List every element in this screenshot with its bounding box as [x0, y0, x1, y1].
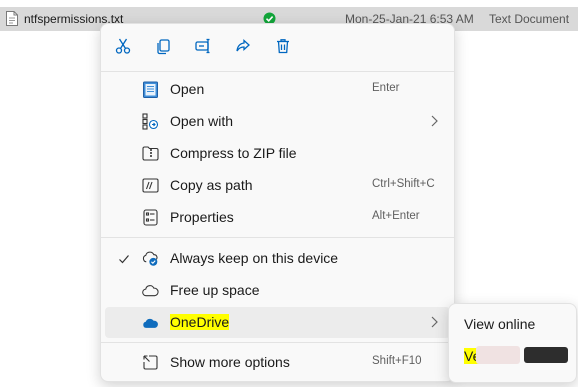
cut-icon[interactable] — [112, 35, 134, 57]
menu-item-label: Copy as path — [170, 177, 253, 193]
share-icon[interactable] — [232, 35, 254, 57]
file-type: Text Document — [489, 12, 570, 26]
menu-item-shortcut: Ctrl+Shift+C — [372, 178, 435, 190]
menu-divider — [101, 342, 454, 343]
menu-item-label: Free up space — [170, 282, 260, 298]
menu-item-label: Compress to ZIP file — [170, 145, 297, 161]
context-menu: Open Enter Open with Compress to ZIP fil… — [100, 23, 455, 382]
menu-item-label: Show more options — [170, 354, 290, 370]
checkmark-icon — [118, 252, 130, 264]
menu-divider — [101, 237, 454, 238]
menu-item-shortcut: Alt+Enter — [372, 210, 420, 222]
menu-item-always-keep[interactable]: Always keep on this device — [105, 243, 450, 274]
menu-item-onedrive[interactable]: OneDrive — [105, 307, 450, 338]
cloud-outline-icon — [142, 282, 159, 299]
menu-item-label: OneDrive — [170, 314, 230, 330]
menu-item-compress-zip[interactable]: Compress to ZIP file — [105, 138, 450, 169]
properties-icon — [142, 209, 159, 226]
onedrive-submenu: View online Ve — [448, 303, 577, 383]
delete-icon[interactable] — [272, 35, 294, 57]
submenu-item-view-online[interactable]: View online — [453, 310, 572, 340]
menu-item-open-with[interactable]: Open with — [105, 106, 450, 137]
menu-item-show-more-options[interactable]: Show more options Shift+F10 — [105, 347, 450, 378]
menu-item-free-up-space[interactable]: Free up space — [105, 275, 450, 306]
text-file-icon — [6, 11, 18, 26]
redaction-mark — [524, 347, 568, 363]
menu-item-open[interactable]: Open Enter — [105, 74, 450, 105]
redaction-mark — [476, 346, 520, 364]
open-with-icon — [142, 113, 159, 130]
menu-item-shortcut: Shift+F10 — [372, 355, 422, 367]
notepad-icon — [142, 81, 159, 98]
zip-folder-icon — [142, 145, 159, 162]
copy-path-icon — [142, 177, 159, 194]
menu-item-label: Open — [170, 81, 205, 97]
rename-icon[interactable] — [192, 35, 214, 57]
menu-item-label: Properties — [170, 209, 234, 225]
menu-item-copy-as-path[interactable]: Copy as path Ctrl+Shift+C — [105, 170, 450, 201]
menu-item-properties[interactable]: Properties Alt+Enter — [105, 202, 450, 233]
menu-item-label: Always keep on this device — [170, 250, 339, 266]
chevron-right-icon — [430, 315, 439, 329]
copy-icon[interactable] — [152, 35, 174, 57]
menu-divider — [101, 71, 454, 72]
more-options-icon — [142, 354, 159, 371]
cloud-pin-icon — [142, 250, 159, 267]
onedrive-icon — [142, 314, 159, 331]
menu-item-shortcut: Enter — [372, 82, 400, 94]
quick-actions-bar — [101, 24, 454, 68]
submenu-item-label: View online — [464, 316, 536, 332]
menu-item-label: Open with — [170, 113, 234, 129]
chevron-right-icon — [430, 114, 439, 128]
